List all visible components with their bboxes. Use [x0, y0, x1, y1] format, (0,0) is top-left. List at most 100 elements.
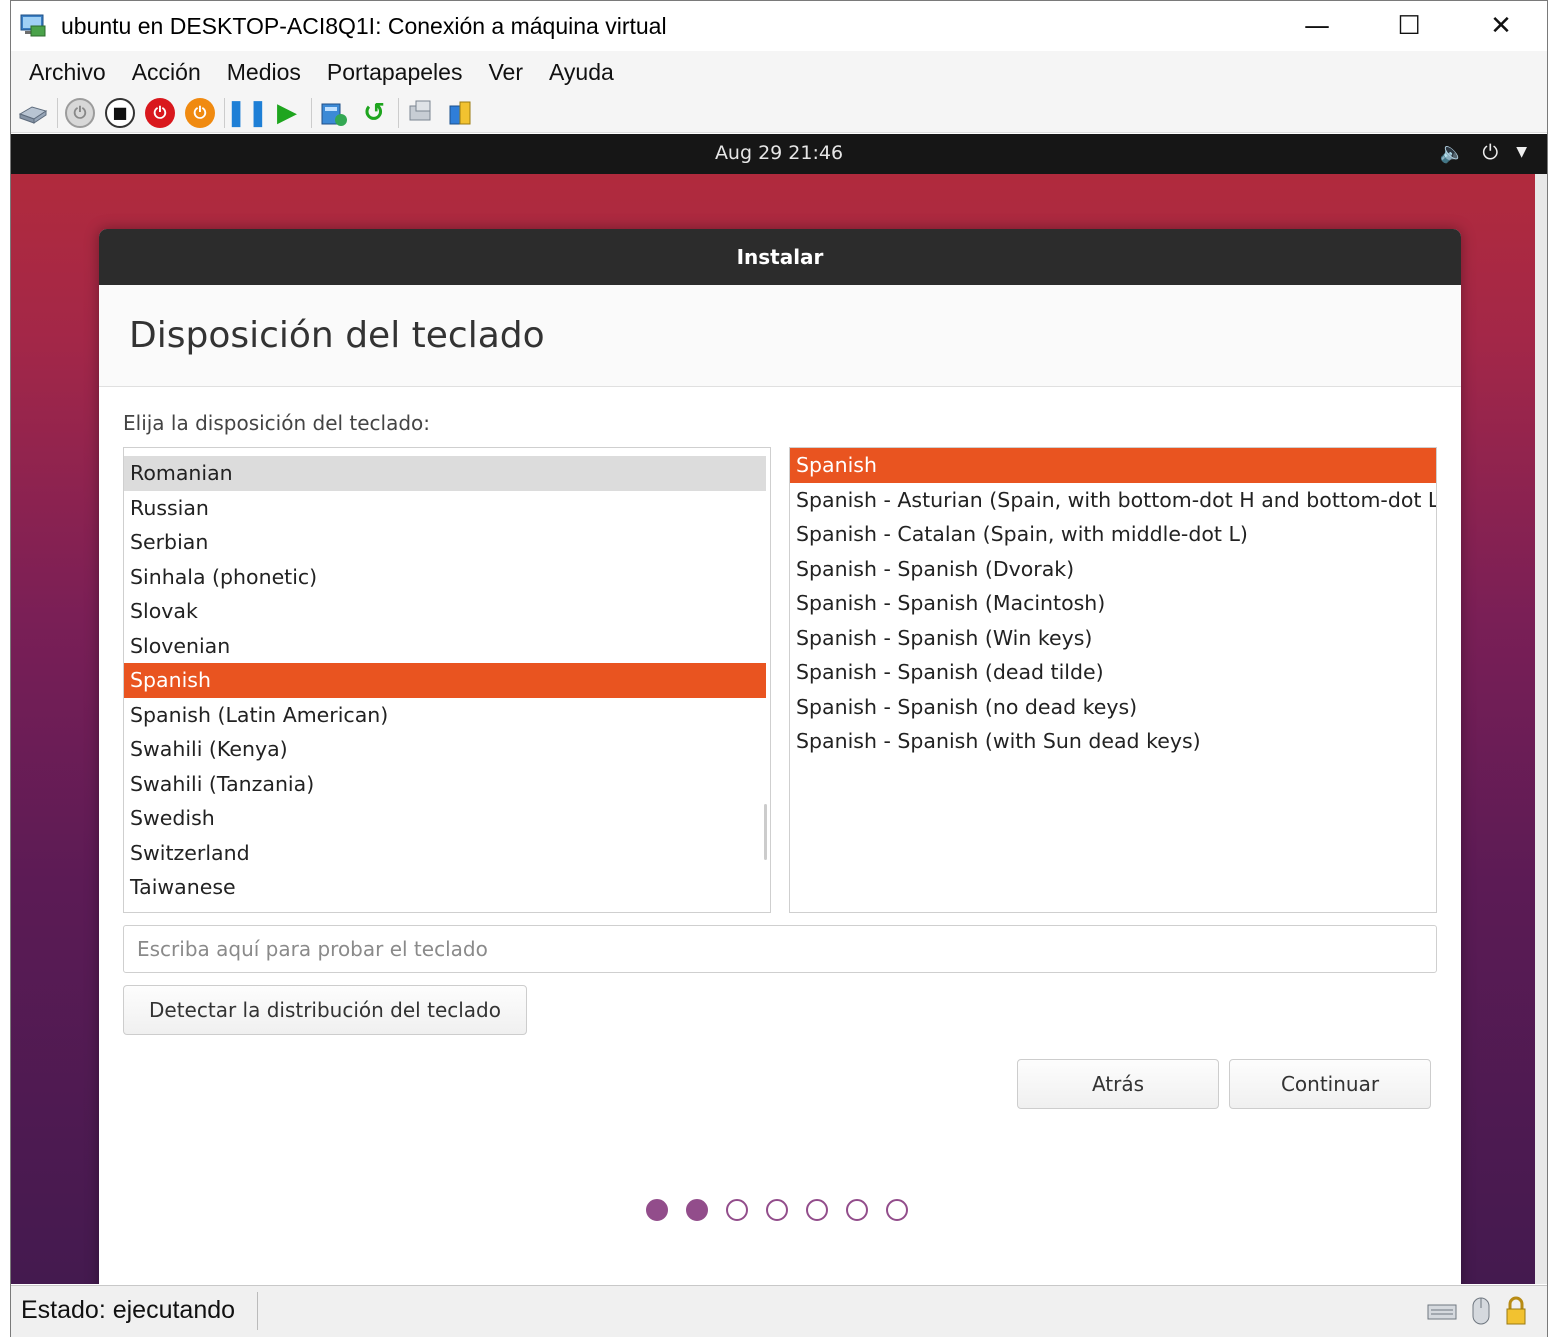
progress-dots [646, 1199, 908, 1221]
toolbar-separator [57, 97, 58, 128]
menu-portapapeles[interactable]: Portapapeles [327, 59, 463, 86]
checkpoint-button[interactable] [318, 97, 350, 129]
checkpoint-icon [321, 103, 347, 126]
turn-off-icon: ■ [105, 97, 135, 128]
pause-button[interactable]: ❚❚ [225, 97, 269, 129]
variant-list-item[interactable]: Spanish - Spanish (Dvorak) [790, 552, 1436, 587]
variant-list-item[interactable]: Spanish - Spanish (no dead keys) [790, 690, 1436, 725]
list-item-partial: · [124, 448, 766, 456]
clock[interactable]: Aug 29 21:46 [11, 142, 1547, 164]
layout-list-item[interactable]: Slovenian [124, 629, 766, 664]
status-icons [1427, 1296, 1527, 1326]
progress-dot [886, 1199, 908, 1221]
variant-list-item[interactable]: Spanish - Spanish (Macintosh) [790, 586, 1436, 621]
shut-down-button[interactable]: ⏻ [144, 97, 176, 129]
status-text: Estado: ejecutando [21, 1296, 236, 1324]
progress-dot [726, 1199, 748, 1221]
status-divider [257, 1292, 258, 1330]
lock-icon [1506, 1296, 1526, 1325]
menu-ver[interactable]: Ver [488, 59, 523, 86]
ctrl-alt-del-icon [18, 105, 48, 124]
back-button[interactable]: Atrás [1017, 1059, 1219, 1109]
layout-list-item[interactable]: Swedish [124, 801, 766, 836]
progress-dot [686, 1199, 708, 1221]
minimize-icon: — [1304, 11, 1330, 41]
toolbar-separator [398, 97, 399, 128]
variant-list-item[interactable]: Spanish - Spanish (Win keys) [790, 621, 1436, 656]
guest-desktop[interactable]: Aug 29 21:46 🔈 ⏻ ▼ Instalar Disposición … [11, 134, 1547, 1284]
start-button[interactable]: ⏻ [64, 97, 96, 129]
enhanced-session-button[interactable] [405, 97, 437, 129]
keyboard-test-input[interactable]: Escriba aquí para probar el teclado [123, 925, 1437, 973]
save-button[interactable]: ⏻ [184, 97, 216, 129]
layout-list-item[interactable]: Serbian [124, 525, 766, 560]
vm-connection-app-icon [19, 12, 47, 40]
system-tray[interactable]: 🔈 ⏻ ▼ [1439, 140, 1527, 164]
turn-off-button[interactable]: ■ [104, 97, 136, 129]
window-title: ubuntu en DESKTOP-ACI8Q1I: Conexión a má… [61, 12, 667, 39]
menu-ayuda[interactable]: Ayuda [549, 59, 614, 86]
layout-list-scrollbar[interactable] [764, 804, 767, 860]
mouse-icon [1472, 1297, 1490, 1325]
pause-icon: ❚❚ [225, 97, 269, 128]
progress-dot [646, 1199, 668, 1221]
layout-list[interactable]: · RomanianRussianSerbianSinhala (phoneti… [123, 447, 771, 913]
layout-list-items: · RomanianRussianSerbianSinhala (phoneti… [124, 448, 766, 905]
toolbar: ⏻ ■ ⏻ ⏻ ❚❚ ▶ ↺ [11, 93, 1547, 133]
variant-list-item[interactable]: Spanish [790, 448, 1436, 483]
variant-list-items: Spanish Spanish - Asturian (Spain, with b… [790, 448, 1436, 759]
dialog-title-area: Disposición del teclado [99, 285, 1461, 387]
progress-dot [846, 1199, 868, 1221]
dialog-body: Elija la disposición del teclado: · Roma… [99, 387, 1461, 1284]
layout-list-item[interactable]: Romanian [124, 456, 766, 491]
menu-bar: Archivo Acción Medios Portapapeles Ver A… [11, 51, 1547, 93]
status-bar: Estado: ejecutando [11, 1285, 1547, 1337]
continue-button[interactable]: Continuar [1229, 1059, 1431, 1109]
dropdown-arrow-icon[interactable]: ▼ [1516, 144, 1527, 160]
ubuntu-top-bar: Aug 29 21:46 🔈 ⏻ ▼ [11, 134, 1547, 174]
layout-list-item[interactable]: Russian [124, 491, 766, 526]
variant-list-item[interactable]: Spanish - Asturian (Spain, with bottom-d… [790, 483, 1436, 518]
resume-icon: ▶ [277, 97, 297, 128]
layout-list-item[interactable]: Slovak [124, 594, 766, 629]
title-bar[interactable]: ubuntu en DESKTOP-ACI8Q1I: Conexión a má… [11, 1, 1547, 51]
layout-list-item[interactable]: Spanish [124, 663, 766, 698]
enhanced-session-icon [409, 100, 431, 120]
dialog-header: Instalar [99, 229, 1461, 285]
maximize-button[interactable]: ☐ [1363, 1, 1455, 51]
vm-connection-window: ubuntu en DESKTOP-ACI8Q1I: Conexión a má… [10, 0, 1548, 1337]
variant-list[interactable]: Spanish Spanish - Asturian (Spain, with b… [789, 447, 1437, 913]
variant-list-item[interactable]: Spanish - Spanish (with Sun dead keys) [790, 724, 1436, 759]
start-icon: ⏻ [65, 97, 95, 128]
menu-medios[interactable]: Medios [227, 59, 301, 86]
shut-down-icon: ⏻ [145, 97, 175, 128]
layout-prompt: Elija la disposición del teclado: [123, 411, 431, 435]
installer-dialog: Instalar Disposición del teclado Elija l… [99, 229, 1461, 1284]
page-title: Disposición del teclado [129, 315, 545, 356]
save-icon: ⏻ [185, 97, 215, 128]
resume-button[interactable]: ▶ [271, 97, 303, 129]
layout-list-item[interactable]: Switzerland [124, 836, 766, 871]
layout-list-item[interactable]: Sinhala (phonetic) [124, 560, 766, 595]
volume-icon[interactable]: 🔈 [1439, 140, 1464, 164]
layout-list-item[interactable]: Swahili (Kenya) [124, 732, 766, 767]
variant-list-item[interactable]: Spanish - Catalan (Spain, with middle-do… [790, 517, 1436, 552]
close-button[interactable]: ✕ [1455, 1, 1547, 51]
layout-list-item[interactable]: Taiwanese [124, 870, 766, 905]
revert-icon: ↺ [363, 97, 385, 128]
revert-button[interactable]: ↺ [358, 97, 390, 129]
variant-list-item[interactable]: Spanish - Spanish (dead tilde) [790, 655, 1436, 690]
layout-list-item[interactable]: Swahili (Tanzania) [124, 767, 766, 802]
toolbar-separator [311, 97, 312, 128]
share-button[interactable] [445, 97, 477, 129]
progress-dot [766, 1199, 788, 1221]
minimize-button[interactable]: — [1271, 1, 1363, 51]
guest-scrollbar[interactable] [1535, 174, 1547, 1284]
detect-layout-button[interactable]: Detectar la distribución del teclado [123, 985, 527, 1035]
menu-accion[interactable]: Acción [132, 59, 201, 86]
layout-list-item[interactable]: Spanish (Latin American) [124, 698, 766, 733]
ctrl-alt-del-button[interactable] [17, 97, 49, 129]
power-icon[interactable]: ⏻ [1482, 140, 1498, 164]
maximize-icon: ☐ [1397, 11, 1421, 41]
menu-archivo[interactable]: Archivo [29, 59, 106, 86]
